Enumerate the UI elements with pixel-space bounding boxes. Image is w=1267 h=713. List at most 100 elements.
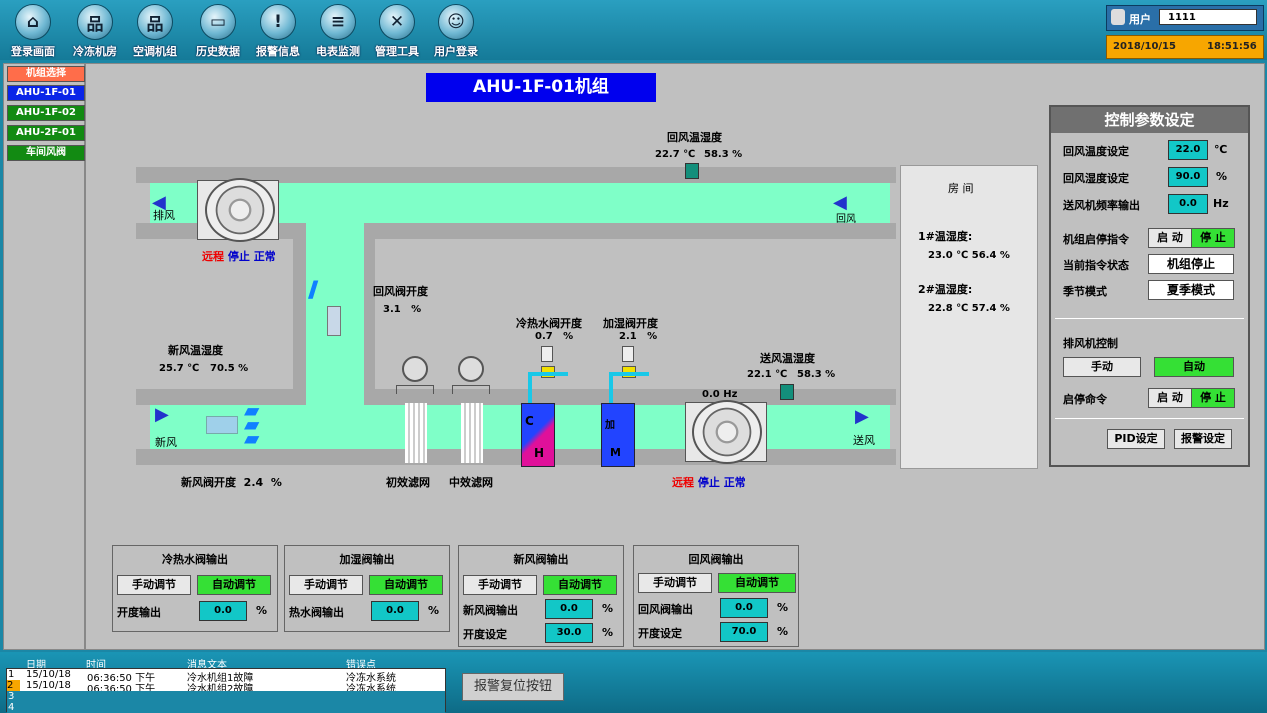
medium-filter xyxy=(461,403,483,463)
return-temp-setpoint-label: 回风温度设定 xyxy=(1063,145,1129,158)
supply-temp-value: 22.1 ℃ xyxy=(747,369,788,380)
auto-adjust-button[interactable]: 自动调节 xyxy=(197,575,271,595)
unit-item-ahu-1f-01[interactable]: AHU-1F-01 xyxy=(7,85,85,101)
lower-duct-join xyxy=(306,389,364,405)
nav-history-data[interactable]: ▭ 历史数据 xyxy=(188,2,248,58)
row-label: 开度设定 xyxy=(463,628,507,641)
row-label: 热水阀输出 xyxy=(289,606,344,619)
humidifier-valve-output-group: 加湿阀输出 手动调节 自动调节 热水阀输出 0.0 % xyxy=(284,545,450,632)
return-hum-value: 58.3 % xyxy=(704,149,743,160)
manual-adjust-button[interactable]: 手动调节 xyxy=(289,575,363,595)
exhaust-label: 排风 xyxy=(153,209,175,222)
season-mode-label: 季节模式 xyxy=(1063,285,1107,298)
unit-start-button[interactable]: 启 动 xyxy=(1148,228,1192,248)
fresh-temp-value: 25.7 ℃ xyxy=(159,363,200,374)
supply-remote-status: 远程 xyxy=(672,476,694,489)
nav-user-login[interactable]: ☺ 用户登录 xyxy=(426,2,486,58)
control-panel-title: 控制参数设定 xyxy=(1051,107,1248,133)
manual-adjust-button[interactable]: 手动调节 xyxy=(463,575,537,595)
setpoint-value-field[interactable]: 70.0 xyxy=(720,622,768,642)
auto-adjust-button[interactable]: 自动调节 xyxy=(543,575,617,595)
nav-chiller-room[interactable]: 品 冷冻机房 xyxy=(65,2,125,58)
hierarchy-icon: 品 xyxy=(137,4,173,40)
unit-item-ahu-2f-01[interactable]: AHU-2F-01 xyxy=(7,125,85,141)
exhaust-fan-icon[interactable] xyxy=(205,178,275,242)
exhaust-control-label: 排风机控制 xyxy=(1063,337,1118,350)
return-damper-label: 回风阀开度 xyxy=(373,285,428,298)
chw-valve-value: 0.7 xyxy=(535,331,553,342)
table-row[interactable]: 1 15/10/18 06:36:50 下午 冷水机组1故障 冷冻水系统 xyxy=(7,669,445,684)
user-box: 用户 1111 xyxy=(1106,5,1264,31)
control-panel: 控制参数设定 回风温度设定 22.0 ℃ 回风湿度设定 90.0 % 送风机频率… xyxy=(1049,105,1250,467)
hum-pipe xyxy=(609,372,649,376)
season-mode-value[interactable]: 夏季模式 xyxy=(1148,280,1234,300)
supply-arrow-icon: ▶ xyxy=(855,406,869,427)
return-hum-setpoint-label: 回风湿度设定 xyxy=(1063,172,1129,185)
fresh-damper-icon[interactable]: ▰ ▰ ▰ xyxy=(244,400,274,448)
alarm-settings-button[interactable]: 报警设定 xyxy=(1174,429,1232,449)
return-temp-setpoint-input[interactable]: 22.0 xyxy=(1168,140,1208,160)
fresh-damper-output-group: 新风阀输出 手动调节 自动调节 新风阀输出 0.0 % 开度设定 30.0 % xyxy=(458,545,624,647)
auto-adjust-button[interactable]: 自动调节 xyxy=(718,573,796,593)
return-th-label: 回风温湿度 xyxy=(667,131,722,144)
coil-h-label: H xyxy=(534,446,545,460)
table-row[interactable]: 4 xyxy=(7,702,445,713)
pid-settings-button[interactable]: PID设定 xyxy=(1107,429,1165,449)
supply-fan-frequency: 0.0 Hz xyxy=(702,389,738,400)
alarm-reset-button[interactable]: 报警复位按钮 xyxy=(462,673,564,701)
unit-item-ahu-1f-02[interactable]: AHU-1F-02 xyxy=(7,105,85,121)
row-label: 新风阀输出 xyxy=(463,604,518,617)
nav-label: 登录画面 xyxy=(11,45,55,58)
output-value-field[interactable]: 0.0 xyxy=(371,601,419,621)
mixing-duct-left-wall xyxy=(293,239,306,389)
nav-label: 管理工具 xyxy=(375,45,419,58)
exhaust-stop-button[interactable]: 停 止 xyxy=(1191,388,1235,408)
output-value-field[interactable]: 0.0 xyxy=(545,599,593,619)
output-value-field[interactable]: 0.0 xyxy=(720,598,768,618)
network-icon: 品 xyxy=(77,4,113,40)
return-hum-setpoint-input[interactable]: 90.0 xyxy=(1168,167,1208,187)
supply-fan-icon[interactable] xyxy=(692,400,762,464)
nav-meter-monitor[interactable]: ≡ 电表监测 xyxy=(308,2,368,58)
unit-stop-button[interactable]: 停 止 xyxy=(1191,228,1235,248)
room-title: 房 间 xyxy=(948,182,974,195)
table-row[interactable]: 3 xyxy=(7,691,445,702)
row-number: 4 xyxy=(8,702,15,713)
manual-adjust-button[interactable]: 手动调节 xyxy=(117,575,191,595)
nav-login-screen[interactable]: ⌂ 登录画面 xyxy=(3,2,63,58)
output-value-field[interactable]: 0.0 xyxy=(199,601,247,621)
nav-label: 报警信息 xyxy=(256,45,300,58)
row-unit: % xyxy=(428,604,440,617)
auto-adjust-button[interactable]: 自动调节 xyxy=(369,575,443,595)
nav-label: 用户登录 xyxy=(434,45,478,58)
exhaust-stop-status: 停止 xyxy=(227,250,250,263)
hum-valve-label: 加湿阀开度 xyxy=(603,317,658,330)
setpoint-value-field[interactable]: 30.0 xyxy=(545,623,593,643)
exhaust-manual-button[interactable]: 手动 xyxy=(1063,357,1141,377)
unit-item-workshop-damper[interactable]: 车间风阀 xyxy=(7,145,85,161)
nav-alarm-info[interactable]: ! 报警信息 xyxy=(248,2,308,58)
table-row[interactable]: 2 15/10/18 06:36:50 下午 冷水机组2故障 冷冻水系统 xyxy=(7,680,445,695)
alarm-table[interactable]: 1 15/10/18 06:36:50 下午 冷水机组1故障 冷冻水系统 2 1… xyxy=(6,668,446,713)
row-label: 开度输出 xyxy=(117,606,161,619)
lower-duct-bottom-wall xyxy=(136,449,896,465)
medium-filter-label: 中效滤网 xyxy=(449,476,493,489)
supply-th-sensor-icon xyxy=(780,384,794,400)
nav-ahu-units[interactable]: 品 空调机组 xyxy=(125,2,185,58)
date-text: 2018/10/15 xyxy=(1113,41,1176,52)
return-damper-icon[interactable]: /// xyxy=(308,278,360,304)
row-label: 回风阀输出 xyxy=(638,603,693,616)
fan-frequency-output[interactable]: 0.0 xyxy=(1168,194,1208,214)
fresh-arrow-icon: ▶ xyxy=(155,404,169,425)
return-temp-value: 22.7 ℃ xyxy=(655,149,696,160)
group-title: 新风阀输出 xyxy=(513,553,569,566)
exhaust-start-button[interactable]: 启 动 xyxy=(1148,388,1192,408)
row-label: 开度设定 xyxy=(638,627,682,640)
chw-valve-label: 冷热水阀开度 xyxy=(516,317,582,330)
manual-adjust-button[interactable]: 手动调节 xyxy=(638,573,712,593)
user-name-field[interactable]: 1111 xyxy=(1159,9,1257,25)
exhaust-auto-button[interactable]: 自动 xyxy=(1154,357,1234,377)
document-icon: ≡ xyxy=(320,4,356,40)
chw-valve-unit: % xyxy=(563,331,574,342)
nav-admin-tools[interactable]: ✕ 管理工具 xyxy=(367,2,427,58)
